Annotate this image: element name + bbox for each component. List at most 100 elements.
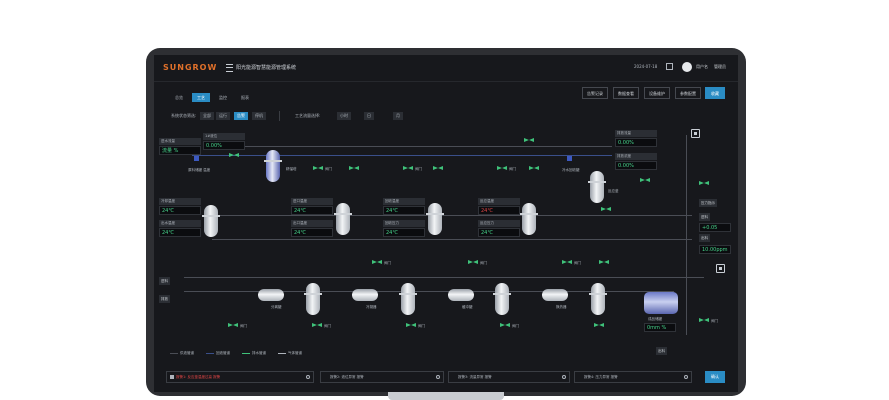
valve-12[interactable]	[372, 260, 382, 265]
panel-label: 进口温度	[291, 198, 333, 205]
vessel-bottom-3[interactable]	[493, 283, 511, 315]
panel-value: 24℃	[383, 228, 425, 237]
exhaust-node-icon[interactable]	[691, 129, 700, 138]
alarm-text: 报警4: 压力异常 报警	[584, 375, 618, 379]
favorite-button[interactable]: 收藏	[705, 87, 725, 99]
valve-7[interactable]	[529, 166, 539, 171]
valve-2[interactable]	[313, 166, 323, 171]
valve-17[interactable]	[312, 323, 322, 328]
vessel-bottom-2[interactable]	[399, 283, 417, 315]
filter-chip-stopped[interactable]: 停机	[252, 112, 266, 120]
valve-1[interactable]	[229, 153, 239, 158]
valve-15[interactable]	[599, 260, 609, 265]
menu-icon[interactable]	[226, 64, 233, 72]
valve-10[interactable]	[699, 181, 709, 186]
legend-supply: 供液管道	[180, 351, 194, 355]
valve-11[interactable]	[601, 207, 611, 212]
feed-label: 原料储罐 温度	[188, 168, 211, 172]
valve-label-18: 阀门	[418, 324, 425, 328]
storage-node-icon[interactable]	[716, 264, 725, 273]
alarm-text: 报警1: 反应釜温度过高 报警	[176, 375, 221, 379]
date-display: 2024-07-18	[634, 64, 658, 69]
alarm-item-3[interactable]: 报警3: 流量异常 报警	[448, 371, 570, 383]
panel-label: 反应压力	[478, 220, 520, 227]
valve-3[interactable]	[349, 166, 359, 171]
panel-value: 0.00%	[615, 138, 657, 147]
vessel-bottom-4[interactable]	[589, 283, 607, 315]
panel-value: 24℃	[478, 228, 520, 237]
panel-label: 排放浓度	[615, 153, 657, 160]
valve-13[interactable]	[468, 260, 478, 265]
valve-16[interactable]	[228, 323, 238, 328]
flow-chip-month[interactable]: 月	[393, 112, 403, 120]
legend-drain: 排水管道	[252, 351, 266, 355]
param-config-button[interactable]: 参数配置	[675, 87, 701, 99]
monitor-stand	[388, 392, 504, 400]
pressure-indicator-chip[interactable]: 压力指示	[699, 199, 717, 207]
avatar[interactable]	[682, 62, 692, 72]
filter-chip-running[interactable]: 运行	[216, 112, 230, 120]
valve-5[interactable]	[433, 166, 443, 171]
right-value-top: +0.05	[699, 223, 731, 232]
storage-value: 0mm %	[644, 323, 676, 332]
alarm-item-1[interactable]: 报警1: 反应釜温度过高 报警	[166, 371, 314, 383]
confirm-button[interactable]: 确认	[705, 371, 725, 383]
pipe-lower	[212, 239, 692, 240]
valve-21[interactable]	[699, 318, 709, 323]
valve-label-14: 阀门	[574, 261, 581, 265]
tab-overview[interactable]: 总览	[170, 93, 188, 102]
vessel-reactor-b[interactable]	[426, 203, 444, 235]
hvessel-1[interactable]	[258, 289, 284, 301]
vessel-reactor-c[interactable]	[520, 203, 538, 235]
valve-19[interactable]	[500, 323, 510, 328]
valve-8[interactable]	[524, 138, 534, 143]
vessel-feed[interactable]	[264, 150, 282, 182]
alarm-item-2[interactable]: 报警2: 液位异常 报警	[320, 371, 444, 383]
search-icon[interactable]	[562, 375, 566, 379]
vessel-cooling[interactable]	[202, 205, 220, 237]
panel-value: 24℃	[159, 206, 201, 215]
vessel-water[interactable]	[588, 171, 606, 203]
user-name[interactable]: 管理员	[714, 64, 726, 70]
hvessel-4[interactable]	[542, 289, 568, 301]
maintenance-button[interactable]: 设备维护	[644, 87, 670, 99]
search-icon[interactable]	[684, 375, 688, 379]
data-view-button[interactable]: 数据查看	[613, 87, 639, 99]
search-icon[interactable]	[306, 375, 310, 379]
tank-label-4: 冷凝器	[366, 305, 377, 309]
vessel-bottom-red[interactable]	[304, 283, 322, 315]
panel-label: 回收压力	[383, 220, 425, 227]
brand-logo: SUNGROW	[163, 63, 218, 72]
valve-14[interactable]	[562, 260, 572, 265]
storage-tank[interactable]	[644, 292, 678, 314]
alarm-log-button[interactable]: 告警记录	[582, 87, 608, 99]
valve-label-2: 阀门	[325, 167, 332, 171]
tab-process[interactable]: 工艺	[192, 93, 210, 102]
panel-value: 0.00%	[203, 141, 245, 150]
panel-value: 24℃	[478, 206, 520, 215]
panel-label: 出口温度	[291, 220, 333, 227]
valve-6[interactable]	[497, 166, 507, 171]
search-icon[interactable]	[436, 375, 440, 379]
tab-monitor[interactable]: 监控	[214, 93, 232, 102]
valve-4[interactable]	[403, 166, 413, 171]
org-chart-icon[interactable]	[666, 63, 673, 70]
flow-chip-hour[interactable]: 小时	[337, 112, 351, 120]
blue-marker	[194, 156, 199, 161]
hvessel-3[interactable]	[448, 289, 474, 301]
alarm-item-4[interactable]: 报警4: 压力异常 报警	[574, 371, 692, 383]
panel-value: 24℃	[383, 206, 425, 215]
vessel-reactor-a[interactable]	[334, 203, 352, 235]
filter-chip-all[interactable]: 全部	[200, 112, 214, 120]
valve-9[interactable]	[640, 178, 650, 183]
valve-18[interactable]	[406, 323, 416, 328]
tank-label-5: 缓冲罐	[462, 305, 473, 309]
valve-20[interactable]	[594, 323, 604, 328]
filter-chip-alarm[interactable]: 告警	[234, 112, 248, 120]
panel-label: 出水温度	[159, 220, 201, 227]
tab-report[interactable]: 报表	[236, 93, 254, 102]
tank-label-3: 分离罐	[271, 305, 282, 309]
bottom-left-chip-1: 进料	[159, 277, 170, 285]
flow-chip-day[interactable]: 日	[364, 112, 374, 120]
hvessel-2[interactable]	[352, 289, 378, 301]
